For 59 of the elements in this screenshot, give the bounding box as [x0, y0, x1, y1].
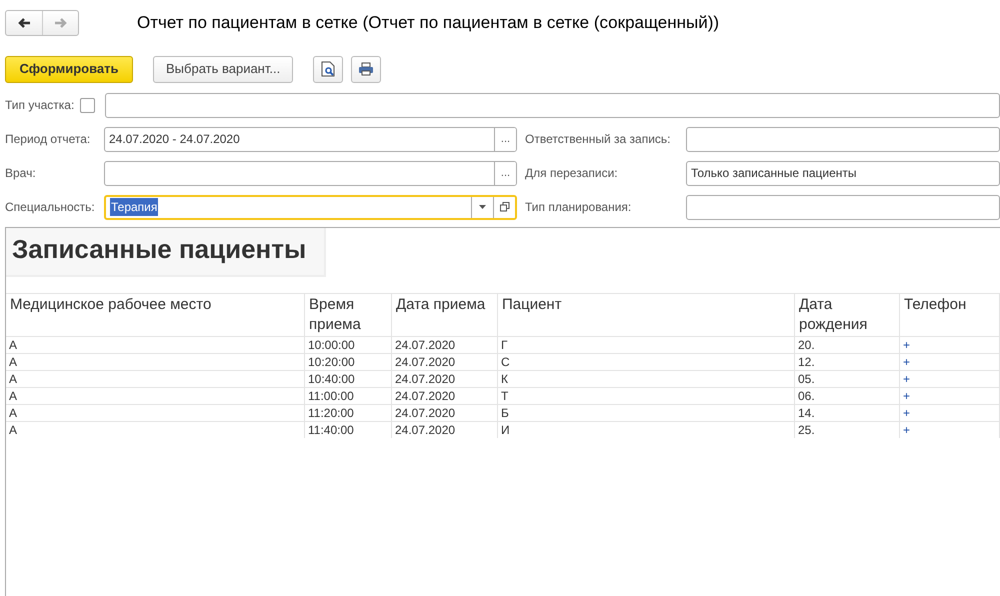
table-cell: А: [6, 387, 305, 404]
table-cell: Б: [498, 404, 795, 421]
input-field[interactable]: 24.07.2020 - 24.07.2020 ...: [104, 126, 517, 152]
field-label: Для перезаписи:: [525, 165, 619, 182]
phone-link[interactable]: +: [900, 421, 1000, 438]
field-label: Врач:: [5, 165, 37, 182]
table-cell: 24.07.2020: [392, 353, 498, 370]
column-header: Время приема: [305, 293, 392, 336]
table-cell: 11:40:00: [305, 421, 392, 438]
choose-variant-button[interactable]: Выбрать вариант...: [153, 56, 294, 82]
table-cell: А: [6, 353, 305, 370]
column-header: Пациент: [498, 293, 795, 336]
table-cell: 20.: [795, 336, 900, 353]
table-cell: 24.07.2020: [392, 421, 498, 438]
table-cell: 24.07.2020: [392, 370, 498, 387]
column-header: Медицинское рабочее место: [6, 293, 305, 336]
table-cell: К: [498, 370, 795, 387]
table-cell: Т: [498, 387, 795, 404]
report-title: Записанные пациенты: [6, 228, 326, 277]
field-label: Тип планирования:: [525, 199, 632, 216]
table-cell: 06.: [795, 387, 900, 404]
input-field[interactable]: Терапия: [104, 194, 517, 220]
column-header: Дата рождения: [795, 293, 900, 336]
window-title: Отчет по пациентам в сетке (Отчет по пациентам в сетке (сокращенный)): [137, 12, 720, 34]
table-cell: А: [6, 421, 305, 438]
table-cell: И: [498, 421, 795, 438]
table-cell: А: [6, 404, 305, 421]
input-field[interactable]: Только записанные пациенты: [686, 160, 1000, 186]
table-cell: 05.: [795, 370, 900, 387]
table-cell: 12.: [795, 353, 900, 370]
input-field[interactable]: ...: [104, 160, 517, 186]
table-cell: 10:00:00: [305, 336, 392, 353]
phone-link[interactable]: +: [900, 336, 1000, 353]
phone-link[interactable]: +: [900, 387, 1000, 404]
table-cell: 10:20:00: [305, 353, 392, 370]
table-cell: А: [6, 336, 305, 353]
table-cell: 11:20:00: [305, 404, 392, 421]
table-cell: 24.07.2020: [392, 404, 498, 421]
column-header: Дата приема: [392, 293, 498, 336]
phone-link[interactable]: +: [900, 370, 1000, 387]
table-cell: 24.07.2020: [392, 387, 498, 404]
phone-link[interactable]: +: [900, 404, 1000, 421]
table-cell: 24.07.2020: [392, 336, 498, 353]
select-button[interactable]: ...: [494, 162, 516, 184]
table-cell: 14.: [795, 404, 900, 421]
table-cell: Г: [498, 336, 795, 353]
table-cell: 25.: [795, 421, 900, 438]
table-cell: С: [498, 353, 795, 370]
table-cell: А: [6, 370, 305, 387]
phone-link[interactable]: +: [900, 353, 1000, 370]
field-label: Период отчета:: [5, 131, 92, 148]
field-label: Ответственный за запись:: [525, 131, 672, 148]
field-label: Тип участка:: [5, 97, 74, 114]
select-button[interactable]: ...: [494, 128, 516, 150]
table-cell: 10:40:00: [305, 370, 392, 387]
generate-button[interactable]: Сформировать: [5, 56, 133, 82]
table-cell: 11:00:00: [305, 387, 392, 404]
field-label: Специальность:: [5, 199, 96, 216]
column-header: Телефон: [900, 293, 1000, 336]
